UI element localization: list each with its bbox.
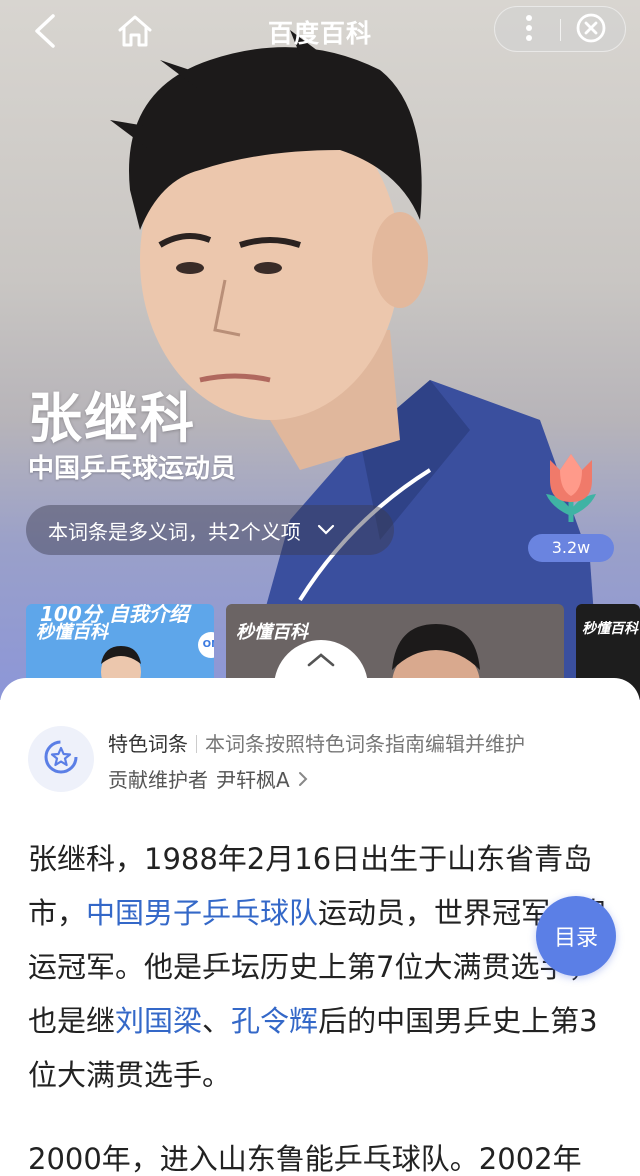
hero-photo — [110, 30, 600, 700]
polysemy-selector[interactable]: 本词条是多义词，共2个义项 — [26, 505, 394, 555]
like-button[interactable]: 3.2w — [528, 450, 614, 562]
star-badge-icon — [41, 737, 81, 781]
featured-entry-description: 本词条按照特色词条指南编辑并维护 — [205, 732, 525, 756]
divider — [196, 735, 197, 753]
home-button[interactable] — [110, 10, 160, 56]
body-paragraph: 2000年，进入山东鲁能乒乓球队。2002年 — [28, 1142, 582, 1176]
chevron-up-icon — [306, 652, 336, 672]
summary-paragraph: 张继科，1988年2月16日出生于山东省青岛市，中国男子乒乓球队运动员，世界冠军… — [28, 832, 612, 1102]
like-count: 3.2w — [528, 534, 614, 562]
thumbnail-logo: 秒懂百科 — [36, 622, 108, 643]
entry-subtitle: 中国乒乓球运动员 — [28, 454, 237, 484]
contributor-name: 尹轩枫A — [216, 768, 290, 792]
thumbnail-logo: 秒懂百科 — [582, 621, 638, 637]
back-arrow-icon — [31, 13, 59, 53]
link-kong-linghui[interactable]: 孔令辉 — [231, 1004, 318, 1038]
page-title: 百度百科 — [267, 19, 372, 48]
featured-entry-badge — [28, 726, 94, 792]
summary-text: 、 — [202, 1004, 232, 1038]
chevron-down-icon — [317, 524, 335, 536]
capsule-divider — [560, 19, 561, 41]
on-badge: ON — [198, 632, 214, 658]
close-circle-icon — [575, 12, 607, 48]
hero-section: 百度百科 张继科 中国乒乓球运动员 本词条是多义词，共2个义项 3.2w 100… — [0, 0, 640, 700]
top-bar: 百度百科 — [0, 0, 640, 66]
contributor-link[interactable]: 贡献维护者 尹轩枫A — [108, 764, 308, 793]
link-chinese-mens-team[interactable]: 中国男子乒乓球队 — [86, 896, 318, 930]
more-button[interactable] — [509, 10, 549, 50]
featured-entry-title: 特色词条 — [108, 732, 188, 756]
back-button[interactable] — [20, 10, 70, 56]
table-of-contents-button[interactable]: 目录 — [536, 896, 616, 976]
thumbnail-logo: 秒懂百科 — [236, 622, 308, 643]
mini-program-capsule — [494, 6, 626, 52]
featured-entry-info: 特色词条 本词条按照特色词条指南编辑并维护 — [108, 728, 525, 757]
close-button[interactable] — [571, 10, 611, 50]
link-liu-guoliang[interactable]: 刘国梁 — [115, 1004, 202, 1038]
more-vertical-icon — [525, 14, 533, 46]
chevron-right-icon — [298, 771, 308, 787]
entry-name: 张继科 — [28, 387, 196, 450]
polysemy-label: 本词条是多义词，共2个义项 — [48, 519, 301, 544]
contributor-label: 贡献维护者 — [108, 768, 208, 792]
home-icon — [117, 14, 153, 52]
